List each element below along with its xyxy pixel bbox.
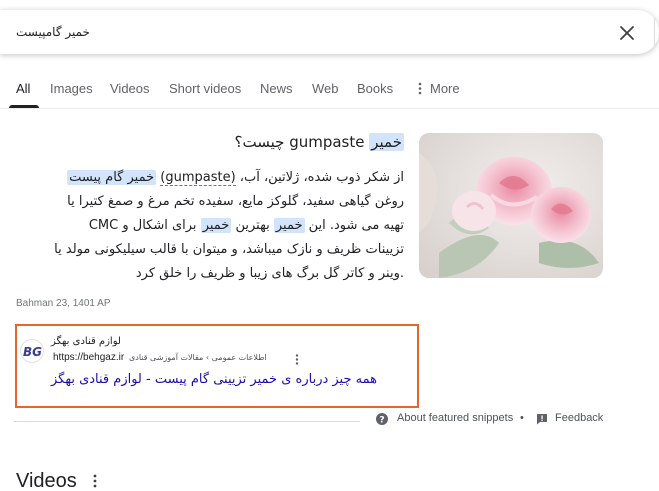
snippet-term-gumpaste[interactable]: (gumpaste) <box>160 170 236 186</box>
search-input[interactable] <box>16 23 576 41</box>
snippet-line-1-text: از شکر ذوب شده، ژلاتین، آب، <box>235 170 404 185</box>
snippet-title: خمیر gumpaste چیست؟ <box>14 133 404 163</box>
search-divider <box>654 18 655 46</box>
snippet-line-3-b: بهترین <box>231 218 274 233</box>
close-icon <box>620 26 634 40</box>
site-breadcrumb: اطلاعات عمومی › مقالات آموزشی قنادی <box>129 353 267 362</box>
snippet-title-rest: gumpaste چیست؟ <box>234 133 365 151</box>
svg-text:?: ? <box>379 416 384 426</box>
tab-all[interactable]: All <box>16 81 30 96</box>
site-url[interactable]: https://behgaz.ir <box>53 352 124 363</box>
site-name[interactable]: لوازم قنادی بهگز <box>51 336 121 347</box>
snippet-line-2: روغن گیاهی سفید، گلوکز مایع، سفیده تخم م… <box>67 194 404 209</box>
snippet-body: از شکر ذوب شده، ژلاتین، آب، (gumpaste) خ… <box>14 166 404 286</box>
snippet-date: Bahman 23, 1401 AP <box>16 298 111 309</box>
about-featured-snippets-link[interactable]: About featured snippets <box>397 412 513 424</box>
snippet-thumbnail[interactable] <box>419 133 603 278</box>
feedback-link[interactable]: Feedback <box>555 412 603 424</box>
tab-books[interactable]: Books <box>357 81 393 96</box>
tab-images[interactable]: Images <box>50 81 93 96</box>
snippet-highlight-gumpaste: خمیر گام پیست <box>67 170 157 185</box>
videos-section-title: Videos <box>16 470 77 491</box>
more-vert-icon[interactable] <box>93 474 97 488</box>
snippet-line-3-c: برای اشکال و CMC <box>88 218 201 233</box>
snippet-line-3: تهیه می شود. این خمیر بهترین خمیر برای ا… <box>14 214 404 238</box>
tab-videos[interactable]: Videos <box>110 81 150 96</box>
more-vert-icon <box>418 82 422 95</box>
snippet-line-4: تزیینات ظریف و نازک میباشد، و میتوان با … <box>54 242 404 257</box>
snippet-highlight-khamir-1: خمیر <box>273 218 305 233</box>
footer-separator: • <box>520 412 524 424</box>
snippet-highlight-khamir-2: خمیر <box>200 218 232 233</box>
clear-search-button[interactable] <box>616 22 638 44</box>
behgaz-logo-icon: BG <box>23 345 42 359</box>
tab-more[interactable]: More <box>430 81 460 96</box>
snippet-line-5: .وینر و کاتر گل برگ های زیبا و ظریف را خ… <box>135 266 404 281</box>
snippet-footer: ? About featured snippets • Feedback <box>14 412 609 430</box>
tab-short-videos[interactable]: Short videos <box>169 81 241 96</box>
tabs-divider <box>0 108 659 109</box>
snippet-title-highlight: خمیر <box>369 133 404 151</box>
svg-text:BG: BG <box>23 345 42 359</box>
snippet-line-3-a: تهیه می شود. این <box>304 218 404 233</box>
snippet-source-box: BG لوازم قنادی بهگز https://behgaz.ir اط… <box>15 324 419 408</box>
feedback-icon <box>537 414 547 425</box>
search-tabs: All Images Videos Short videos News Web … <box>0 76 659 108</box>
help-circle-icon: ? <box>376 413 388 425</box>
more-vert-icon[interactable] <box>295 354 299 365</box>
site-favicon: BG <box>20 339 44 363</box>
sugar-roses-image <box>419 133 603 278</box>
tab-news[interactable]: News <box>260 81 293 96</box>
tab-web[interactable]: Web <box>312 81 339 96</box>
snippet-footer-divider <box>14 421 360 422</box>
snippet-line-1: از شکر ذوب شده، ژلاتین، آب، (gumpaste) خ… <box>14 166 404 190</box>
result-title-link[interactable]: همه چیز درباره ی خمیر تزیینی گام پیست - … <box>17 372 377 387</box>
search-bar <box>0 10 659 54</box>
